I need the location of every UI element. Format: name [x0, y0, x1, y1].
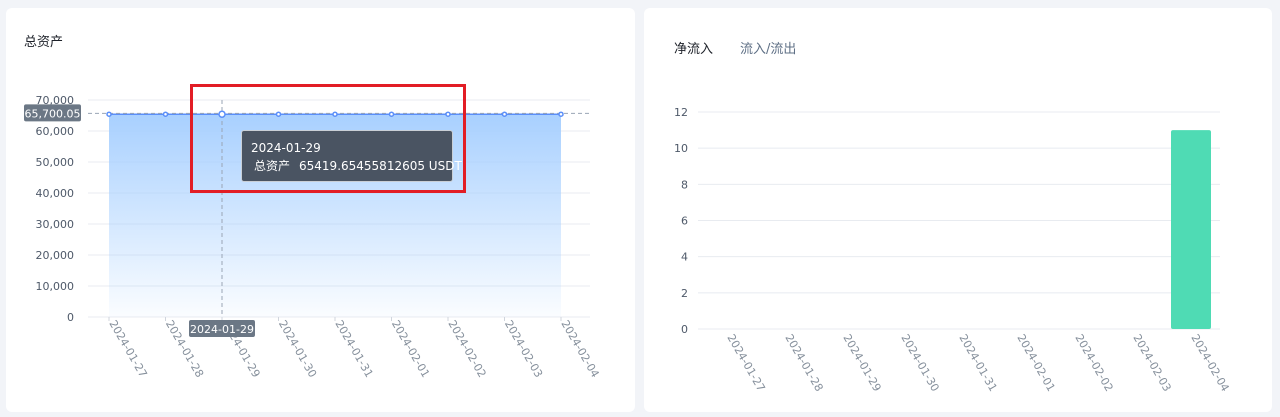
data-point [162, 111, 169, 117]
x-tick-label: 2024-02-01 [389, 318, 432, 380]
x-tick-label: 2024-01-30 [898, 332, 941, 394]
x-tick-label: 2024-01-27 [724, 332, 767, 394]
crosshair-x-label: 2024-01-29 [190, 323, 254, 336]
y-tick-label: 0 [67, 311, 74, 324]
y-tick-label: 0 [681, 323, 688, 336]
x-tick-label: 2024-01-31 [332, 318, 375, 380]
x-tick-label: 2024-01-30 [276, 318, 319, 380]
x-tick-label: 2024-01-28 [782, 332, 825, 394]
crosshair-y-label: 65,700.05 [25, 107, 81, 120]
y-tick-label: 6 [681, 215, 688, 228]
y-tick-label: 12 [674, 106, 688, 119]
x-tick-label: 2024-02-02 [1072, 332, 1115, 394]
data-point [501, 111, 508, 117]
y-tick-label: 10 [674, 142, 688, 155]
x-tick-label: 2024-02-01 [1014, 332, 1057, 394]
highlight-annotation [190, 84, 466, 193]
net-inflow-chart[interactable]: 0 2 4 6 8 10 12 2024-01-27 2024-01-28 2024-01-29 2… [674, 106, 1232, 394]
y-tick-label: 60,000 [36, 125, 75, 138]
y-tick-label: 40,000 [36, 187, 75, 200]
charts-layer: 010,00020,00030,00040,00050,00060,00070,… [24, 94, 1232, 394]
y-tick-label: 2 [681, 287, 688, 300]
bar [1171, 130, 1211, 329]
x-tick-label: 2024-01-31 [956, 332, 999, 394]
y-tick-label: 50,000 [36, 156, 75, 169]
x-tick-label: 2024-02-03 [502, 318, 545, 380]
y-tick-label: 4 [681, 251, 688, 264]
y-tick-label: 8 [681, 178, 688, 191]
y-tick-label: 10,000 [36, 280, 75, 293]
data-point [558, 111, 564, 117]
y-tick-label: 20,000 [36, 249, 75, 262]
x-tick-label: 2024-02-03 [1130, 332, 1173, 394]
x-tick-label: 2024-01-29 [840, 332, 883, 394]
x-tick-label: 2024-02-02 [445, 318, 488, 380]
x-tick-label: 2024-02-04 [1188, 332, 1231, 394]
x-tick-label: 2024-01-27 [106, 318, 149, 380]
x-tick-label: 2024-02-04 [558, 318, 601, 380]
y-tick-label: 30,000 [36, 218, 75, 231]
data-point [106, 111, 112, 117]
